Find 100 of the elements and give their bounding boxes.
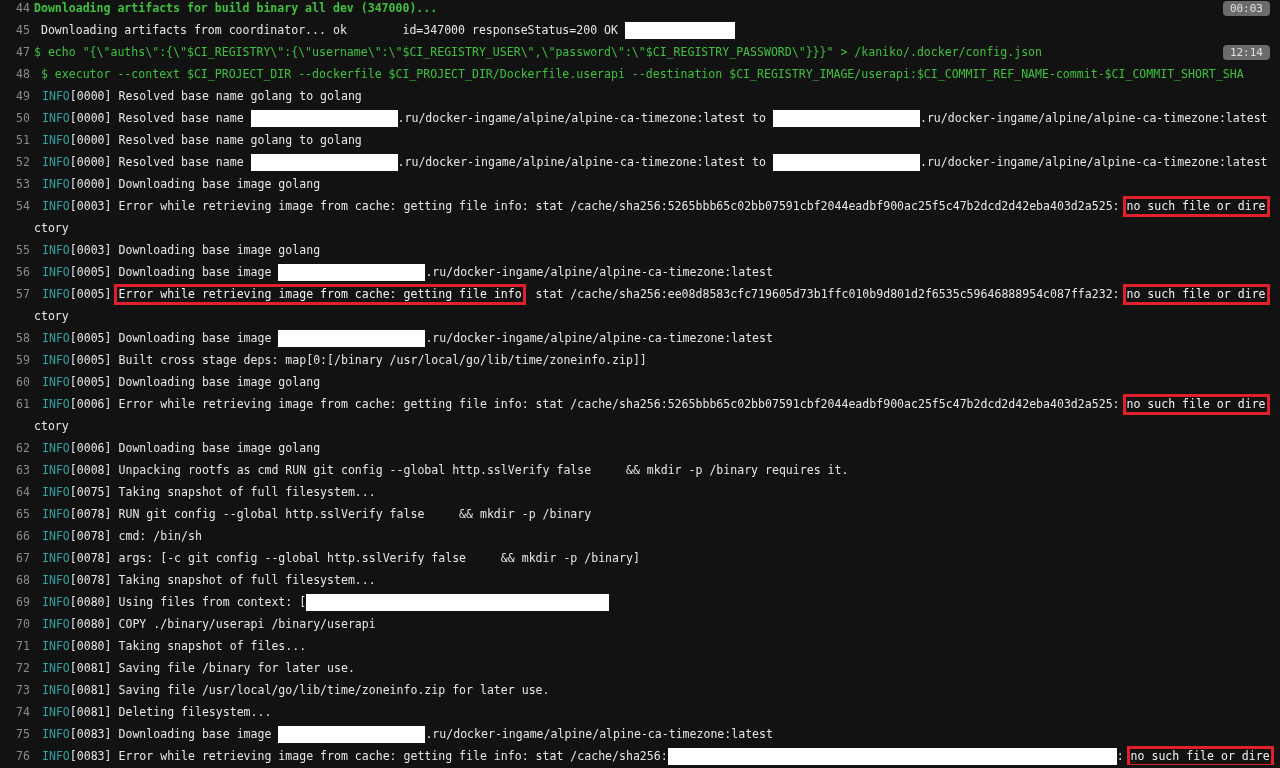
duration-badge: 00:03: [1222, 0, 1270, 16]
log-level: INFO: [42, 573, 70, 587]
log-text: [0008] Unpacking rootfs as cmd RUN git config --global http.sslVerify false && mkdir -p /binary requires it.: [69, 463, 849, 477]
line-number: 55: [15, 243, 30, 257]
line-number: 65: [15, 507, 30, 521]
log-level: INFO: [42, 705, 70, 719]
line-number: 58: [15, 331, 30, 345]
log-text: [0000] Resolved base name: [69, 111, 245, 125]
log-text: [0075] Taking snapshot of full filesystem...: [69, 485, 376, 499]
line-number: 69: [15, 595, 30, 609]
line-number: 54: [15, 199, 30, 213]
line-number: 68: [15, 573, 30, 587]
log-level: INFO: [42, 441, 70, 455]
log-level: INFO: [42, 133, 70, 147]
log-level: INFO: [42, 507, 70, 521]
log-level: INFO: [42, 199, 70, 213]
log-level: INFO: [42, 639, 70, 653]
log-text: [0078] cmd: /bin/sh: [69, 529, 202, 543]
line-number: 70: [15, 617, 30, 631]
log-text: [0080] Taking snapshot of files...: [69, 639, 307, 653]
highlighted-text: no such file or dire: [1122, 195, 1270, 217]
log-level: INFO: [42, 661, 70, 675]
log-text: [0080] Using files from context: [: [69, 595, 307, 609]
log-text: stat /cache/sha256:ee08d8583cfc719605d73b1ffc010b9d801d2f6535c59646888954c087ffa232:: [534, 287, 1121, 301]
log-text: $ executor --context $CI_PROJECT_DIR --dockerfile $CI_PROJECT_DIR/Dockerfile.userapi --destination $CI_REGISTRY_IMAGE/userapi:$CI_COMMIT_REF_NAME-commit-$CI_COMMIT_SHORT_SHA: [39, 67, 1244, 81]
log-text: $ echo "{\"auths\":{\"$CI_REGISTRY\":{\"username\":\"$CI_REGISTRY_USER\",\"password\":\"$CI_REGISTRY_PASSWORD\"}}}" > /kaniko/.docker/config.json: [34, 45, 1042, 59]
highlighted-text: no such file or dire: [1122, 393, 1270, 415]
log-level: INFO: [42, 287, 70, 301]
line-number: 66: [15, 529, 30, 543]
log-level: INFO: [42, 265, 70, 279]
log-level: INFO: [42, 463, 70, 477]
log-level: INFO: [42, 331, 70, 345]
line-number: 59: [15, 353, 30, 367]
log-level: INFO: [42, 595, 70, 609]
log-level: INFO: [42, 485, 70, 499]
log-text: [0006] Downloading base image golang: [69, 441, 321, 455]
line-number: 71: [15, 639, 30, 653]
log-text: [0003] Downloading base image golang: [69, 243, 321, 257]
highlighted-text: Error while retrieving image from cache: getting file info: [114, 283, 526, 305]
line-number: 61: [15, 397, 30, 411]
log-level: INFO: [42, 375, 70, 389]
line-number: 62: [15, 441, 30, 455]
log-level: INFO: [42, 749, 70, 763]
line-number: 64: [15, 485, 30, 499]
line-number: 53: [15, 177, 30, 191]
log-text: [0000] Downloading base image golang: [69, 177, 321, 191]
log-text: ctory: [33, 309, 69, 323]
log-text: [0005] Downloading base image: [69, 331, 273, 345]
duration-badge: 12:14: [1222, 44, 1270, 60]
log-level: INFO: [42, 397, 70, 411]
log-level: INFO: [42, 617, 70, 631]
log-text: .ru/docker-ingame/alpine/alpine-ca-timezone:latest: [425, 331, 773, 345]
line-number: 45: [15, 23, 30, 37]
log-level: INFO: [42, 177, 70, 191]
log-text: [0006] Error while retrieving image from cache: getting file info: stat /cache/sha256:5265bbb65c02bb07591cbf2044eadbf900ac25f5c47b2dcd2d42eba403d2a525:: [69, 397, 1121, 411]
line-number: 50: [15, 111, 30, 125]
highlighted-text: no such file or dire: [1126, 745, 1274, 765]
log-level: INFO: [42, 89, 70, 103]
log-text: [0005]: [69, 287, 113, 301]
log-level: INFO: [42, 551, 70, 565]
line-number: 44: [15, 1, 30, 15]
line-number: 76: [15, 749, 30, 763]
log-level: INFO: [42, 111, 70, 125]
log-text: ctory: [33, 419, 69, 433]
line-number: 51: [15, 133, 30, 147]
line-number: 48: [15, 67, 30, 81]
log-text: [0078] RUN git config --global http.sslVerify false && mkdir -p /binary: [69, 507, 592, 521]
log-text: [0005] Downloading base image: [69, 265, 273, 279]
log-text: [0000] Resolved base name golang to golang: [69, 89, 362, 103]
line-number: 72: [15, 661, 30, 675]
log-text: :: [1116, 749, 1125, 763]
line-number: 49: [15, 89, 30, 103]
log-text: [0078] args: [-c git config --global http.sslVerify false && mkdir -p /binary]: [69, 551, 640, 565]
line-number: 52: [15, 155, 30, 169]
log-text: Downloading artifacts from coordinator... ok id=347000 responseStatus=200 OK: [39, 23, 619, 37]
log-text: .ru/docker-ingame/alpine/alpine-ca-timezone:latest: [919, 155, 1268, 169]
line-number: 63: [15, 463, 30, 477]
log-level: INFO: [42, 529, 70, 543]
log-text: [0000] Resolved base name: [69, 155, 245, 169]
log-text: [0005] Built cross stage deps: map[0:[/binary /usr/local/go/lib/time/zoneinfo.zip]]: [69, 353, 647, 367]
log-text: [0078] Taking snapshot of full filesystem...: [69, 573, 376, 587]
log-level: INFO: [42, 683, 70, 697]
log-text: [0080] COPY ./binary/userapi /binary/userapi: [69, 617, 376, 631]
log-text: [0003] Error while retrieving image from cache: getting file info: stat /cache/sha256:5265bbb65c02bb07591cbf2044eadbf900ac25f5c47b2dcd2d42eba403d2a525:: [69, 199, 1121, 213]
line-number: 47: [15, 45, 30, 59]
log-text: .ru/docker-ingame/alpine/alpine-ca-timezone:latest: [919, 111, 1268, 125]
log-text: [0083] Error while retrieving image from cache: getting file info: stat /cache/sha256:: [69, 749, 668, 763]
line-number: 60: [15, 375, 30, 389]
log-text: [0005] Downloading base image golang: [69, 375, 321, 389]
log-text: .ru/docker-ingame/alpine/alpine-ca-timezone:latest to: [397, 111, 767, 125]
log-text: Downloading artifacts for build binary all dev (347000)...: [34, 1, 438, 15]
log-text: [0000] Resolved base name golang to golang: [69, 133, 362, 147]
log-level: INFO: [42, 155, 70, 169]
line-number: 73: [15, 683, 30, 697]
log-text: .ru/docker-ingame/alpine/alpine-ca-timezone:latest: [425, 727, 773, 741]
log-text: .ru/docker-ingame/alpine/alpine-ca-timezone:latest: [425, 265, 773, 279]
line-number: 56: [15, 265, 30, 279]
line-number: 67: [15, 551, 30, 565]
log-text: [0083] Downloading base image: [69, 727, 273, 741]
log-level: INFO: [42, 727, 70, 741]
